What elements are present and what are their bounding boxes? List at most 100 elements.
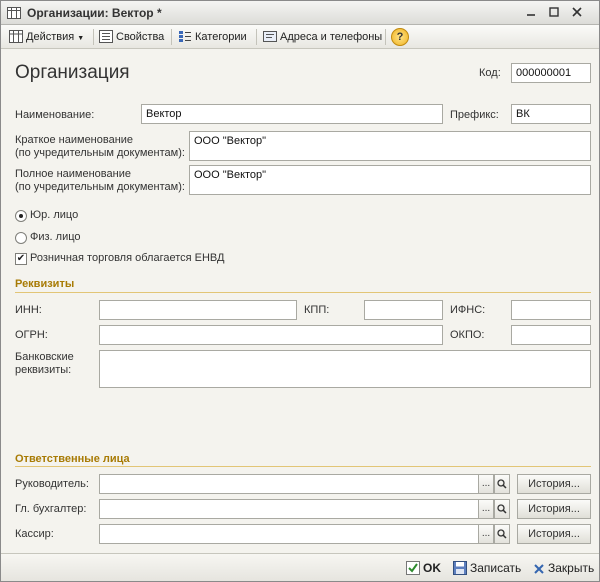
properties-button[interactable]: Свойства [99, 28, 164, 46]
name-field[interactable]: Вектор [141, 104, 443, 124]
director-label: Руководитель: [15, 478, 89, 490]
inn-label: ИНН: [15, 304, 42, 316]
magnifier-icon [497, 529, 507, 539]
cashier-field[interactable] [99, 524, 479, 544]
cashier-history-button[interactable]: История... [517, 524, 591, 544]
actions-menu-button[interactable]: Действия ▼ [9, 28, 84, 46]
help-icon: ? [396, 31, 404, 43]
short-name-label-line-2: (по учредительным документам): [15, 147, 185, 159]
legal-entity-radio[interactable] [15, 210, 27, 222]
maximize-button[interactable] [545, 4, 563, 22]
envd-checkbox[interactable]: ✔ [15, 253, 27, 265]
ifns-field[interactable] [511, 300, 591, 320]
code-label: Код: [479, 67, 501, 79]
ok-button[interactable]: OK [406, 559, 441, 577]
toolbar-separator [385, 29, 386, 45]
checkmark-icon: ✔ [16, 253, 26, 264]
table-icon [7, 7, 21, 19]
kpp-label: КПП: [304, 304, 330, 316]
categories-label: Категории [195, 31, 247, 43]
full-name-label: Полное наименование (по учредительным до… [15, 168, 185, 194]
ellipsis-icon: ... [481, 478, 491, 489]
ellipsis-icon: ... [481, 503, 491, 514]
close-window-button[interactable] [568, 4, 586, 22]
close-x-icon [534, 564, 544, 574]
okpo-field[interactable] [511, 325, 591, 345]
ifns-label: ИФНС: [450, 304, 486, 316]
bank-details-label-line-2: реквизиты: [15, 364, 72, 376]
ellipsis-icon: ... [481, 528, 491, 539]
code-field[interactable]: 000000001 [511, 63, 591, 83]
director-history-button[interactable]: История... [517, 474, 591, 494]
chief-accountant-select-button[interactable]: ... [478, 499, 494, 519]
save-button[interactable]: Записать [453, 559, 521, 577]
organization-window: Организации: Вектор * Действия ▼ Свойств… [0, 0, 600, 582]
minimize-icon [527, 14, 535, 16]
properties-icon [99, 30, 113, 43]
toolbar-separator [256, 29, 257, 45]
close-button[interactable]: Закрыть [533, 559, 594, 577]
maximize-icon [549, 7, 559, 17]
ogrn-field[interactable] [99, 325, 443, 345]
chief-accountant-search-button[interactable] [494, 499, 510, 519]
ogrn-label: ОГРН: [15, 329, 48, 341]
page-title: Организация [15, 62, 130, 83]
addresses-phones-button[interactable]: Адреса и телефоны [263, 28, 382, 46]
checkmark-icon [406, 561, 420, 575]
short-name-field[interactable]: ООО "Вектор" [189, 131, 591, 161]
categories-button[interactable]: Категории [178, 28, 247, 46]
envd-label: Розничная торговля облагается ЕНВД [30, 252, 225, 264]
toolbar-separator [93, 29, 94, 45]
help-button[interactable]: ? [391, 28, 409, 46]
magnifier-icon [497, 479, 507, 489]
close-icon [572, 7, 582, 17]
director-search-button[interactable] [494, 474, 510, 494]
section-divider [15, 466, 591, 467]
requisites-section-title: Реквизиты [15, 278, 75, 290]
form-body: Организация Код: 000000001 Наименование:… [1, 50, 599, 553]
director-select-button[interactable]: ... [478, 474, 494, 494]
responsible-section-title: Ответственные лица [15, 453, 130, 465]
actions-label: Действия [26, 31, 75, 43]
toolbar-separator [171, 29, 172, 45]
okpo-label: ОКПО: [450, 329, 485, 341]
cashier-select-button[interactable]: ... [478, 524, 494, 544]
section-divider [15, 292, 591, 293]
addresses-label: Адреса и телефоны [280, 31, 383, 43]
full-name-label-line-1: Полное наименование [15, 168, 131, 180]
full-name-field[interactable]: ООО "Вектор" [189, 165, 591, 195]
director-field[interactable] [99, 474, 479, 494]
magnifier-icon [497, 504, 507, 514]
table-icon [9, 30, 23, 43]
bottom-bar: OK Записать Закрыть [1, 553, 599, 581]
properties-label: Свойства [116, 31, 165, 43]
prefix-label: Префикс: [450, 109, 499, 121]
chief-accountant-label: Гл. бухгалтер: [15, 503, 87, 515]
toolbar: Действия ▼ Свойства Категории Адреса и т… [1, 25, 599, 49]
full-name-label-line-2: (по учредительным документам): [15, 181, 185, 193]
cashier-label: Кассир: [15, 528, 54, 540]
individual-radio[interactable] [15, 232, 27, 244]
name-label: Наименование: [15, 109, 95, 121]
address-book-icon [263, 31, 277, 42]
chief-accountant-field[interactable] [99, 499, 479, 519]
individual-label: Физ. лицо [30, 231, 81, 243]
chevron-down-icon: ▼ [77, 35, 85, 42]
bank-details-label-line-1: Банковские [15, 351, 74, 363]
prefix-field[interactable]: ВК [511, 104, 591, 124]
window-title: Организации: Вектор * [27, 6, 162, 20]
short-name-label: Краткое наименование (по учредительным д… [15, 134, 185, 160]
save-label: Записать [470, 561, 522, 575]
minimize-button[interactable] [522, 4, 540, 22]
inn-field[interactable] [99, 300, 297, 320]
cashier-search-button[interactable] [494, 524, 510, 544]
bank-details-field[interactable] [99, 350, 591, 388]
legal-entity-label: Юр. лицо [30, 209, 79, 221]
title-bar: Организации: Вектор * [1, 1, 599, 25]
short-name-label-line-1: Краткое наименование [15, 134, 134, 146]
floppy-icon [453, 561, 467, 575]
close-label: Закрыть [548, 561, 595, 575]
chief-accountant-history-button[interactable]: История... [517, 499, 591, 519]
ok-label: OK [423, 561, 441, 575]
kpp-field[interactable] [364, 300, 443, 320]
